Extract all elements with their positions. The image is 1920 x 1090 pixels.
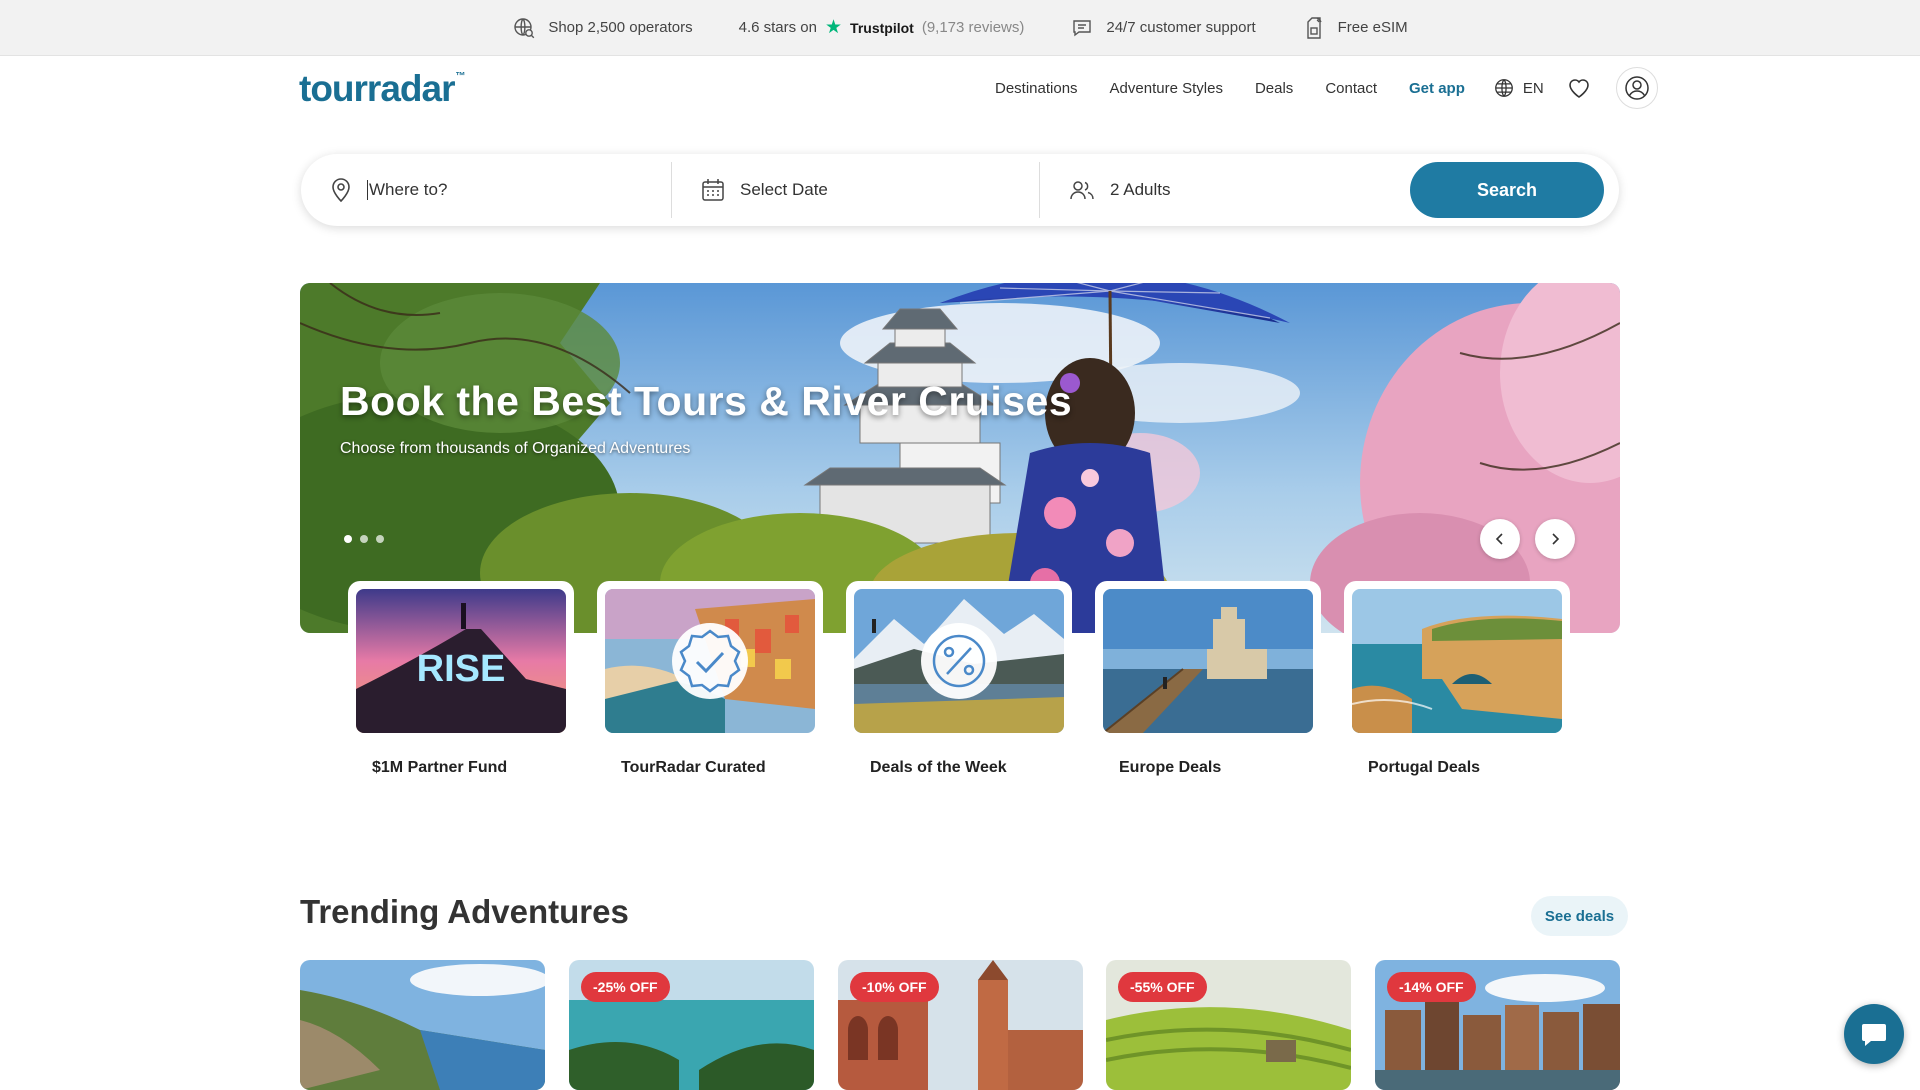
tourradar-logo[interactable]: tourradar™ xyxy=(299,68,465,110)
logo-text: tourradar xyxy=(299,68,455,109)
heart-icon xyxy=(1568,79,1589,98)
card-frame xyxy=(597,581,823,741)
nav-get-app[interactable]: Get app xyxy=(1409,80,1465,97)
nav-destinations[interactable]: Destinations xyxy=(995,80,1078,97)
travelers-icon xyxy=(1070,181,1094,200)
card-label: Portugal Deals xyxy=(1368,759,1481,776)
card-image xyxy=(1103,589,1313,733)
operators-info[interactable]: Shop 2,500 operators xyxy=(512,16,693,40)
language-selector[interactable]: EN xyxy=(1493,77,1544,99)
logo-trademark: ™ xyxy=(455,71,466,82)
nav-deals[interactable]: Deals xyxy=(1255,80,1293,97)
trending-card-1[interactable] xyxy=(300,960,545,1090)
wishlist-button[interactable] xyxy=(1566,76,1592,100)
card-frame: RISE xyxy=(348,581,574,741)
top-info-bar: Shop 2,500 operators 4.6 stars on ★ Trus… xyxy=(0,0,1920,56)
review-count: (9,173 reviews) xyxy=(921,19,1025,36)
esim-text: Free eSIM xyxy=(1337,19,1408,36)
date-field[interactable]: Select Date xyxy=(672,162,1040,218)
trustpilot-logo: Trustpilot xyxy=(850,19,914,36)
carousel-prev-button[interactable] xyxy=(1480,519,1520,559)
calendar-icon xyxy=(702,179,724,201)
trustpilot-star-icon: ★ xyxy=(825,17,843,38)
card-label: $1M Partner Fund xyxy=(372,759,508,776)
card-image xyxy=(605,589,815,733)
trending-card-4[interactable]: -55% OFF xyxy=(1106,960,1351,1090)
account-button[interactable] xyxy=(1615,67,1658,109)
support-text: 24/7 customer support xyxy=(1106,19,1256,36)
category-card-europe[interactable]: Europe Deals xyxy=(1095,581,1321,777)
sim-card-icon xyxy=(1306,16,1322,39)
card-label: TourRadar Curated xyxy=(621,759,766,776)
discount-badge: -25% OFF xyxy=(581,972,670,1002)
globe-search-icon xyxy=(514,17,535,38)
carousel-dot-1[interactable] xyxy=(344,535,352,543)
destination-input[interactable] xyxy=(367,180,647,200)
trending-card-2[interactable]: -25% OFF xyxy=(569,960,814,1090)
guests-label: 2 Adults xyxy=(1110,180,1171,199)
trending-card-5[interactable]: -14% OFF xyxy=(1375,960,1620,1090)
category-card-curated[interactable]: TourRadar Curated xyxy=(597,581,823,777)
search-bar: Select Date 2 Adults Search xyxy=(301,154,1619,226)
hero-subtitle: Choose from thousands of Organized Adven… xyxy=(340,440,691,457)
user-icon xyxy=(1624,76,1649,100)
date-label: Select Date xyxy=(740,180,828,199)
nav-contact[interactable]: Contact xyxy=(1325,80,1377,97)
globe-icon xyxy=(1494,79,1513,97)
card-frame xyxy=(1344,581,1570,741)
belem-tower-image xyxy=(1103,589,1313,733)
discount-badge: -55% OFF xyxy=(1118,972,1207,1002)
category-cards: RISE $1M Partner Fund TourRadar Curated … xyxy=(348,581,1570,781)
algarve-cliffs-image xyxy=(1352,589,1562,733)
language-label: EN xyxy=(1522,79,1544,97)
card-image: RISE xyxy=(356,589,566,733)
support-info[interactable]: 24/7 customer support xyxy=(1070,16,1256,40)
discount-badge: -14% OFF xyxy=(1387,972,1476,1002)
nav-adventure-styles[interactable]: Adventure Styles xyxy=(1110,80,1223,97)
trustpilot-rating[interactable]: 4.6 stars on ★ Trustpilot (9,173 reviews… xyxy=(739,18,1025,37)
carousel-dots xyxy=(344,535,384,543)
guests-field[interactable]: 2 Adults xyxy=(1040,154,1410,226)
see-deals-button[interactable]: See deals xyxy=(1531,896,1628,936)
search-button[interactable]: Search xyxy=(1410,162,1604,218)
card-label: Deals of the Week xyxy=(870,759,1007,776)
card-frame xyxy=(846,581,1072,741)
amalfi-coast-image xyxy=(300,960,545,1090)
trending-card-3[interactable]: -10% OFF xyxy=(838,960,1083,1090)
main-nav: Destinations Adventure Styles Deals Cont… xyxy=(995,67,1658,109)
category-card-partner-fund[interactable]: RISE $1M Partner Fund xyxy=(348,581,574,777)
hero-title: Book the Best Tours & River Cruises xyxy=(340,378,1073,424)
trending-title: Trending Adventures xyxy=(300,893,629,930)
chat-button[interactable] xyxy=(1844,1004,1904,1064)
mountain-lake-image xyxy=(854,589,1064,733)
card-image xyxy=(854,589,1064,733)
location-pin-icon xyxy=(332,178,350,203)
rise-image: RISE xyxy=(356,589,566,733)
chat-icon xyxy=(1862,1024,1886,1046)
carousel-next-button[interactable] xyxy=(1535,519,1575,559)
chevron-right-icon xyxy=(1552,533,1560,545)
esim-info[interactable]: Free eSIM xyxy=(1302,16,1408,40)
carousel-dot-3[interactable] xyxy=(376,535,384,543)
carousel-dot-2[interactable] xyxy=(360,535,368,543)
category-card-portugal[interactable]: Portugal Deals xyxy=(1344,581,1570,777)
card-label: Europe Deals xyxy=(1119,759,1222,776)
discount-badge: -10% OFF xyxy=(850,972,939,1002)
card-image xyxy=(1352,589,1562,733)
rise-logo-text: RISE xyxy=(417,648,506,690)
chat-bubble-icon xyxy=(1073,19,1092,36)
operators-text: Shop 2,500 operators xyxy=(548,19,693,36)
category-card-deals-week[interactable]: Deals of the Week xyxy=(846,581,1072,777)
rating-text: 4.6 stars on xyxy=(738,19,817,36)
destination-field[interactable] xyxy=(301,162,672,218)
cinque-terre-image xyxy=(605,589,815,733)
chevron-left-icon xyxy=(1495,533,1503,545)
card-frame xyxy=(1095,581,1321,741)
